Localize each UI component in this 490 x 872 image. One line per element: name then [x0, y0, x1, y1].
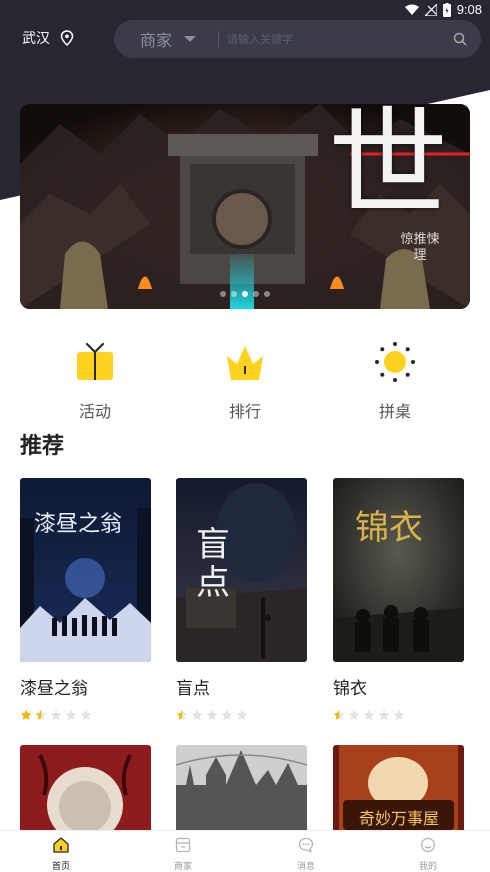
poster-image — [20, 745, 151, 835]
quick-nav-label: 排行 — [228, 402, 261, 421]
rating-stars — [333, 709, 464, 721]
poster-image: 盲点 — [176, 478, 307, 662]
tab-label: 商家 — [173, 862, 192, 872]
star-icon — [35, 709, 47, 720]
star-icon — [206, 709, 218, 720]
card-title: 漆昼之翁 — [20, 679, 88, 699]
profile-icon — [420, 837, 436, 853]
battery-icon — [442, 2, 451, 17]
location-pin-icon — [60, 30, 74, 46]
card-title: 锦衣 — [333, 679, 367, 699]
rating-stars — [20, 709, 151, 721]
tab-label: 首页 — [51, 862, 70, 872]
bottom-tab-bar: 首页 商家 消息 我的 — [0, 830, 490, 872]
star-icon — [80, 709, 92, 720]
carousel-dot[interactable] — [253, 291, 259, 297]
recommend-card[interactable]: 漆昼之翁 漆昼之翁 — [20, 478, 151, 721]
quick-nav-table[interactable]: 拼桌 — [345, 340, 445, 422]
app-screen: 9:08 武汉 商家 请输入关键字 世 惊推悚理 活动 排行 拼桌 推荐 漆昼之… — [0, 0, 490, 872]
quick-nav-ranking[interactable]: 排行 — [195, 340, 295, 422]
tab-home[interactable]: 首页 — [31, 837, 91, 872]
carousel-dot[interactable] — [264, 291, 270, 297]
star-icon — [363, 709, 375, 720]
carousel-dots — [20, 291, 470, 297]
star-icon — [221, 709, 233, 720]
shop-icon — [175, 837, 191, 853]
message-icon — [298, 837, 314, 853]
star-icon — [50, 709, 62, 720]
tab-label: 我的 — [418, 862, 437, 872]
search-divider — [218, 31, 220, 47]
recommend-card-partial[interactable] — [20, 745, 151, 835]
poster-image: 漆昼之翁 — [20, 478, 151, 662]
recommend-card-partial[interactable] — [176, 745, 307, 835]
star-icon — [393, 709, 405, 720]
sun-icon — [375, 342, 415, 382]
quick-nav-label: 拼桌 — [378, 402, 411, 421]
status-bar: 9:08 — [0, 0, 490, 22]
gift-icon — [77, 342, 113, 380]
star-icon — [236, 709, 248, 720]
banner-subtitle: 惊推悚理 — [400, 232, 440, 263]
poster-title: 锦衣 — [355, 508, 423, 548]
poster-title: 漆昼之翁 — [34, 512, 123, 537]
search-category-label: 商家 — [140, 31, 173, 50]
tab-profile[interactable]: 我的 — [398, 837, 458, 872]
tab-shop[interactable]: 商家 — [153, 837, 213, 872]
star-icon — [191, 709, 203, 720]
recommend-card[interactable]: 盲点 盲点 — [176, 478, 307, 721]
poster-title: 盲点 — [196, 525, 230, 603]
star-icon — [65, 709, 77, 720]
status-time: 9:08 — [456, 2, 482, 17]
carousel-dot[interactable] — [220, 291, 226, 297]
recommend-card[interactable]: 锦衣 锦衣 — [333, 478, 464, 721]
star-icon — [20, 709, 32, 720]
search-bar: 商家 — [114, 20, 481, 58]
chevron-down-icon — [184, 36, 197, 42]
home-icon — [53, 837, 69, 853]
star-icon — [176, 709, 188, 720]
quick-nav-activity[interactable]: 活动 — [45, 340, 145, 422]
star-icon — [378, 709, 390, 720]
banner-title: 世 — [328, 104, 448, 235]
signal-icon — [424, 3, 437, 16]
search-category-dropdown[interactable]: 商家 — [140, 27, 197, 51]
tab-messages[interactable]: 消息 — [276, 837, 336, 872]
poster-image — [176, 745, 307, 835]
banner-carousel[interactable]: 世 惊推悚理 — [20, 104, 470, 309]
quick-nav: 活动 排行 拼桌 — [0, 340, 490, 422]
crown-icon — [227, 346, 263, 380]
carousel-dot[interactable] — [231, 291, 237, 297]
recommend-card-partial[interactable]: 奇妙万事屋 — [333, 745, 464, 835]
city-label: 武汉 — [22, 31, 50, 47]
carousel-dot-active[interactable] — [242, 291, 248, 297]
tab-label: 消息 — [296, 862, 315, 872]
poster-title: 奇妙万事屋 — [358, 809, 439, 828]
wifi-icon — [404, 4, 419, 15]
section-title: 推荐 — [20, 434, 65, 459]
star-icon — [333, 709, 345, 720]
location-selector[interactable]: 武汉 — [22, 28, 74, 48]
search-icon[interactable] — [453, 32, 467, 46]
search-input[interactable] — [227, 32, 448, 46]
star-icon — [348, 709, 360, 720]
card-title: 盲点 — [176, 679, 210, 699]
quick-nav-label: 活动 — [78, 402, 111, 421]
poster-image: 锦衣 — [333, 478, 464, 662]
rating-stars — [176, 709, 307, 721]
